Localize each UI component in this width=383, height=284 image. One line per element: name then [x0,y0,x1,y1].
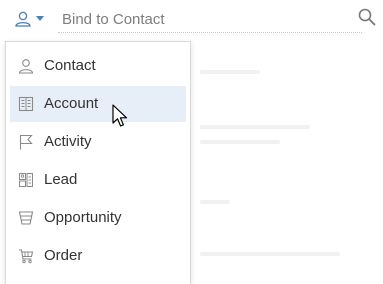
menu-item-label: Activity [44,133,92,150]
menu-item-order[interactable]: Order [10,238,186,274]
menu-item-activity[interactable]: Activity [10,124,186,160]
search-icon[interactable] [357,7,377,27]
menu-item-label: Opportunity [44,209,122,226]
chevron-down-icon [36,16,44,21]
background-content [200,125,310,129]
menu-item-opportunity[interactable]: Opportunity [10,200,186,236]
lead-card-icon [19,173,33,187]
search-input[interactable] [58,6,362,33]
background-content [200,140,280,144]
cart-icon [19,249,34,264]
menu-item-account[interactable]: Account [10,86,186,122]
menu-item-lead[interactable]: Lead [10,162,186,198]
background-content [200,70,260,74]
menu-item-label: Contact [44,57,96,74]
flag-icon [19,134,33,150]
entity-type-dropdown: Contact Account Activity Lead Opportunit… [5,41,191,284]
menu-item-label: Lead [44,171,78,188]
building-icon [18,96,34,112]
menu-item-label: Order [44,247,83,264]
person-icon [18,59,34,74]
menu-item-contact[interactable]: Contact [10,48,186,84]
lookup-bar [0,0,383,36]
person-icon [15,11,31,27]
menu-item-label: Account [44,95,99,112]
entity-type-switcher[interactable] [14,6,54,32]
background-content [200,252,340,256]
background-content [200,200,230,204]
funnel-icon [18,211,34,225]
